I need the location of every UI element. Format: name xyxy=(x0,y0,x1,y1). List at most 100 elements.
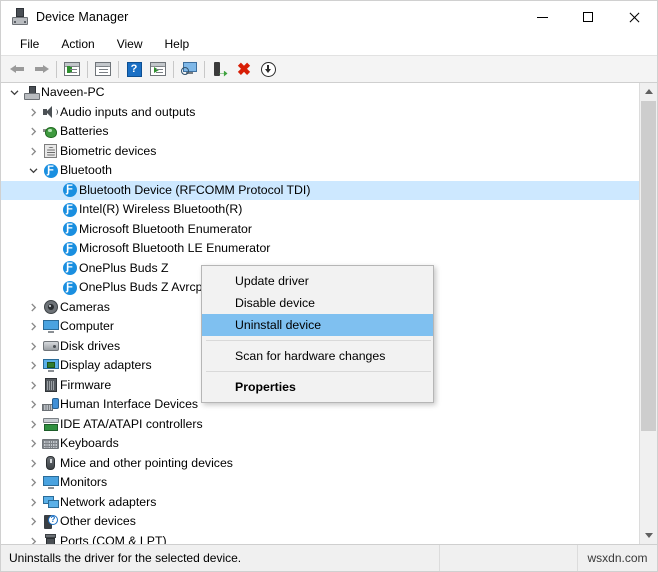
scroll-up-button[interactable] xyxy=(640,83,657,100)
tree-item-label: Batteries xyxy=(60,124,109,139)
device-manager-window: Device Manager File Action View Help ? ✖… xyxy=(0,0,658,572)
chevron-right-icon[interactable] xyxy=(25,361,41,370)
tree-item-label: Audio inputs and outputs xyxy=(60,104,196,119)
toolbar-properties-button[interactable] xyxy=(60,58,84,80)
toolbar: ? ✖ xyxy=(1,55,657,83)
tree-item[interactable]: Audio inputs and outputs xyxy=(1,103,639,123)
status-message: Uninstalls the driver for the selected d… xyxy=(9,551,242,565)
chevron-right-icon[interactable] xyxy=(25,108,41,117)
context-menu[interactable]: Update driver Disable device Uninstall dev… xyxy=(201,265,434,403)
chevron-down-icon[interactable] xyxy=(25,166,41,175)
vertical-scrollbar[interactable] xyxy=(639,83,657,544)
window-title: Device Manager xyxy=(36,10,129,24)
bluetooth-icon: Ƒ xyxy=(41,163,60,178)
tree-item[interactable]: Ƒ Bluetooth Device (RFCOMM Protocol TDI) xyxy=(1,180,639,200)
chevron-right-icon[interactable] xyxy=(25,459,41,468)
tree-item-label: OnePlus Buds Z xyxy=(79,260,169,275)
scrollbar-thumb[interactable] xyxy=(641,101,656,431)
ide-controller-icon xyxy=(41,417,60,431)
scan-for-hardware-changes-icon xyxy=(180,62,198,76)
tree-item[interactable]: IDE ATA/ATAPI controllers xyxy=(1,415,639,435)
context-menu-item-properties[interactable]: Properties xyxy=(202,376,433,398)
tree-item[interactable]: Batteries xyxy=(1,122,639,142)
chevron-right-icon[interactable] xyxy=(25,537,41,544)
tree-root-item[interactable]: Naveen-PC xyxy=(1,83,639,103)
tree-item[interactable]: ? Other devices xyxy=(1,512,639,532)
monitor-icon xyxy=(41,320,60,334)
tree-item[interactable]: Ƒ Intel(R) Wireless Bluetooth(R) xyxy=(1,200,639,220)
tree-item-label: Ports (COM & LPT) xyxy=(60,533,167,544)
menu-action[interactable]: Action xyxy=(50,35,105,53)
tree-item-label: Microsoft Bluetooth LE Enumerator xyxy=(79,241,271,256)
tree-item[interactable]: Network adapters xyxy=(1,493,639,513)
tree-item[interactable]: Keyboards xyxy=(1,434,639,454)
maximize-button[interactable] xyxy=(565,1,611,33)
menu-view[interactable]: View xyxy=(106,35,154,53)
toolbar-help-button[interactable]: ? xyxy=(122,58,146,80)
chevron-right-icon[interactable] xyxy=(25,498,41,507)
chevron-right-icon[interactable] xyxy=(25,400,41,409)
device-manager-icon xyxy=(11,8,29,26)
maximize-icon xyxy=(583,12,593,22)
tree-item[interactable]: Ƒ Bluetooth xyxy=(1,161,639,181)
minimize-button[interactable] xyxy=(519,1,565,33)
toolbar-console-tree-button[interactable] xyxy=(91,58,115,80)
chevron-right-icon[interactable] xyxy=(25,439,41,448)
bluetooth-icon: Ƒ xyxy=(60,202,79,217)
bluetooth-icon: Ƒ xyxy=(60,183,79,198)
context-menu-item-disable-device[interactable]: Disable device xyxy=(202,292,433,314)
chevron-right-icon[interactable] xyxy=(25,147,41,156)
menu-file[interactable]: File xyxy=(9,35,50,53)
chevron-right-icon[interactable] xyxy=(25,420,41,429)
chevron-right-icon[interactable] xyxy=(25,342,41,351)
context-menu-item-scan-for-hardware-changes[interactable]: Scan for hardware changes xyxy=(202,345,433,367)
tree-item[interactable]: Ƒ Microsoft Bluetooth Enumerator xyxy=(1,220,639,240)
content-area: Naveen-PC Audio inputs and outputs Batteri… xyxy=(1,82,657,544)
network-adapter-icon xyxy=(41,495,60,509)
tree-item-label: Mice and other pointing devices xyxy=(60,455,233,470)
chevron-right-icon[interactable] xyxy=(25,478,41,487)
tree-item-label: Network adapters xyxy=(60,494,157,509)
chevron-up-icon xyxy=(644,89,653,94)
chevron-right-icon[interactable] xyxy=(25,127,41,136)
title-bar: Device Manager xyxy=(1,1,657,33)
chevron-right-icon[interactable] xyxy=(25,303,41,312)
minimize-icon xyxy=(536,16,548,18)
status-bar: Uninstalls the driver for the selected d… xyxy=(1,544,657,571)
menu-bar: File Action View Help xyxy=(1,33,657,55)
tree-item-label: Other devices xyxy=(60,514,136,529)
toolbar-back-button[interactable] xyxy=(5,58,29,80)
camera-icon xyxy=(41,300,60,315)
fingerprint-icon xyxy=(41,144,60,159)
tree-item-label: Human Interface Devices xyxy=(60,397,199,412)
toolbar-scan-button[interactable] xyxy=(177,58,201,80)
context-menu-item-uninstall-device[interactable]: Uninstall device xyxy=(202,314,433,336)
menu-help[interactable]: Help xyxy=(154,35,201,53)
scroll-down-button[interactable] xyxy=(640,527,657,544)
chevron-right-icon[interactable] xyxy=(25,517,41,526)
bluetooth-icon: Ƒ xyxy=(60,280,79,295)
tree-item[interactable]: Mice and other pointing devices xyxy=(1,454,639,474)
chevron-right-icon[interactable] xyxy=(25,381,41,390)
toolbar-separator xyxy=(118,60,119,78)
tree-item[interactable]: Ƒ Microsoft Bluetooth LE Enumerator xyxy=(1,239,639,259)
toolbar-disable-device-button[interactable] xyxy=(256,58,280,80)
chevron-down-icon[interactable] xyxy=(6,88,22,97)
tree-item[interactable]: Ports (COM & LPT) xyxy=(1,532,639,544)
tree-item[interactable]: Biometric devices xyxy=(1,142,639,162)
toolbar-update-driver-button[interactable] xyxy=(146,58,170,80)
update-driver-window-icon xyxy=(150,62,166,76)
watermark: wsxdn.com xyxy=(587,551,648,565)
port-icon xyxy=(41,534,60,544)
toolbar-uninstall-device-button[interactable]: ✖ xyxy=(232,58,256,80)
toolbar-forward-button[interactable] xyxy=(29,58,53,80)
toolbar-enable-device-button[interactable] xyxy=(208,58,232,80)
firmware-icon xyxy=(41,378,60,393)
close-button[interactable] xyxy=(611,1,657,33)
tree-item[interactable]: Monitors xyxy=(1,473,639,493)
chevron-right-icon[interactable] xyxy=(25,322,41,331)
context-menu-item-update-driver[interactable]: Update driver xyxy=(202,270,433,292)
window-controls xyxy=(519,1,657,33)
tree-item-label: Biometric devices xyxy=(60,143,157,158)
tree-item-label: Intel(R) Wireless Bluetooth(R) xyxy=(79,202,243,217)
